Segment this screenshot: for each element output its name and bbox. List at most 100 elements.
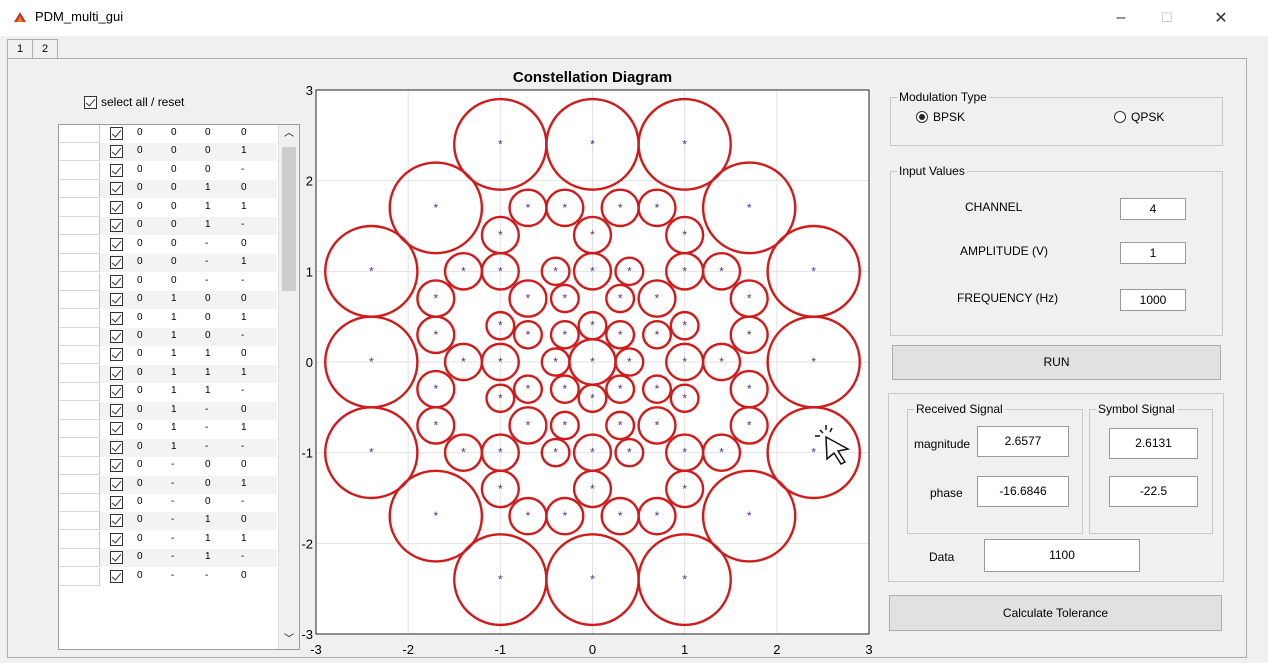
row-checkbox[interactable] <box>110 311 123 325</box>
table-row: 0 - 1 1 <box>59 530 277 549</box>
row-checkbox[interactable] <box>110 551 123 565</box>
maximize-button[interactable]: ☐ <box>1144 0 1190 36</box>
row-checkbox[interactable] <box>110 256 123 270</box>
table-cell: - <box>171 477 175 489</box>
table-row: 0 1 - - <box>59 438 277 457</box>
table-cell: 0 <box>137 459 143 471</box>
received-phase-field[interactable]: -16.6846 <box>977 476 1069 507</box>
row-checkbox[interactable] <box>110 145 123 159</box>
minimize-button[interactable]: – <box>1098 0 1144 36</box>
symbol-phase-field[interactable]: -22.5 <box>1109 476 1198 507</box>
table-row: 0 - 1 - <box>59 549 277 568</box>
row-header-cell <box>59 254 100 273</box>
y-tick-label: -1 <box>301 446 313 461</box>
constellation-point: * <box>563 328 568 342</box>
data-field[interactable]: 1100 <box>984 539 1140 572</box>
row-checkbox[interactable] <box>110 403 123 417</box>
run-button[interactable]: RUN <box>892 345 1221 380</box>
close-button[interactable]: ✕ <box>1198 0 1244 36</box>
constellation-point: * <box>526 509 531 523</box>
row-checkbox[interactable] <box>110 348 123 362</box>
row-checkbox[interactable] <box>110 237 123 251</box>
constellation-point: * <box>590 137 595 151</box>
row-checkbox[interactable] <box>110 532 123 546</box>
row-checkbox[interactable] <box>110 459 123 473</box>
table-row: 0 0 - 1 <box>59 254 277 273</box>
tab-2[interactable]: 2 <box>32 39 58 59</box>
row-checkbox[interactable] <box>110 422 123 436</box>
table-cell: 0 <box>205 496 211 507</box>
row-checkbox[interactable] <box>110 496 123 509</box>
constellation-point: * <box>618 382 623 396</box>
constellation-point: * <box>553 264 558 278</box>
tab-1[interactable]: 1 <box>7 39 33 59</box>
row-checkbox[interactable] <box>110 569 123 583</box>
select-all-checkbox[interactable]: select all / reset <box>84 95 184 109</box>
table-cell: 1 <box>241 366 247 378</box>
table-cell: 1 <box>205 200 211 212</box>
row-checkbox[interactable] <box>110 182 123 196</box>
row-checkbox[interactable] <box>110 477 123 491</box>
row-header-cell <box>59 198 100 217</box>
row-checkbox[interactable] <box>110 385 123 399</box>
table-cell: 0 <box>137 182 143 194</box>
scroll-down-arrow-icon[interactable]: ﹀ <box>279 631 299 649</box>
constellation-point: * <box>433 382 438 396</box>
table-cell: - <box>205 403 209 415</box>
row-checkbox[interactable] <box>110 293 123 307</box>
table-cell: 1 <box>205 348 211 360</box>
row-header-cell <box>59 567 100 586</box>
row-checkbox[interactable] <box>110 329 123 343</box>
table-cell: - <box>171 551 175 563</box>
table-cell: 0 <box>137 422 143 434</box>
row-header-cell <box>59 217 100 236</box>
row-header-cell <box>59 346 100 365</box>
row-checkbox[interactable] <box>110 219 123 233</box>
symbol-magnitude-field[interactable]: 2.6131 <box>1109 428 1198 459</box>
constellation-plot[interactable]: * * * * * * * * * * * * * * * * * * * * * * * * * * * * * * * * * * * * * * * *… <box>300 62 880 662</box>
calculate-tolerance-button[interactable]: Calculate Tolerance <box>889 595 1222 631</box>
checkbox-icon <box>84 95 97 109</box>
row-header-cell <box>59 125 100 143</box>
scroll-thumb[interactable] <box>282 147 296 291</box>
table-cell: 0 <box>241 348 247 360</box>
frequency-input[interactable]: 1000 <box>1120 289 1186 311</box>
table-row: 0 - - 0 <box>59 567 277 586</box>
row-checkbox[interactable] <box>110 200 123 214</box>
table-cell: - <box>171 496 175 507</box>
table-cell: - <box>205 256 209 268</box>
row-checkbox[interactable] <box>110 274 123 288</box>
constellation-point: * <box>747 382 752 396</box>
radio-unselected-icon <box>1114 111 1126 123</box>
channel-table[interactable]: 00000001000-00100011001-00-000-100--0100… <box>58 124 300 650</box>
table-row: 0 - 0 1 <box>59 475 277 494</box>
row-checkbox[interactable] <box>110 127 123 140</box>
table-cell: 0 <box>171 200 177 212</box>
table-cell: - <box>205 440 209 452</box>
constellation-point: * <box>498 137 503 151</box>
constellation-point: * <box>590 391 595 405</box>
row-checkbox[interactable] <box>110 514 123 528</box>
table-cell: 0 <box>137 403 143 415</box>
scroll-up-arrow-icon[interactable]: ︿ <box>279 125 299 143</box>
table-scrollbar[interactable]: ︿ ﹀ <box>278 125 299 649</box>
table-cell: 0 <box>171 182 177 194</box>
row-checkbox[interactable] <box>110 163 123 177</box>
table-cell: 1 <box>205 551 211 563</box>
table-cell: 1 <box>171 293 177 305</box>
row-checkbox[interactable] <box>110 440 123 454</box>
channel-input[interactable]: 4 <box>1120 198 1186 220</box>
qpsk-radio[interactable]: QPSK <box>1114 110 1164 124</box>
received-magnitude-field[interactable]: 2.6577 <box>977 426 1069 457</box>
constellation-point: * <box>655 382 660 396</box>
table-cell: 0 <box>205 311 211 323</box>
table-cell: 1 <box>241 145 247 157</box>
table-cell: - <box>241 163 245 175</box>
row-checkbox[interactable] <box>110 366 123 380</box>
title-bar: PDM_multi_gui – ☐ ✕ <box>0 0 1268 36</box>
bpsk-radio[interactable]: BPSK <box>916 110 965 124</box>
table-cell: 0 <box>171 237 177 249</box>
constellation-point: * <box>590 228 595 242</box>
row-header-cell <box>59 180 100 199</box>
amplitude-input[interactable]: 1 <box>1120 242 1186 264</box>
